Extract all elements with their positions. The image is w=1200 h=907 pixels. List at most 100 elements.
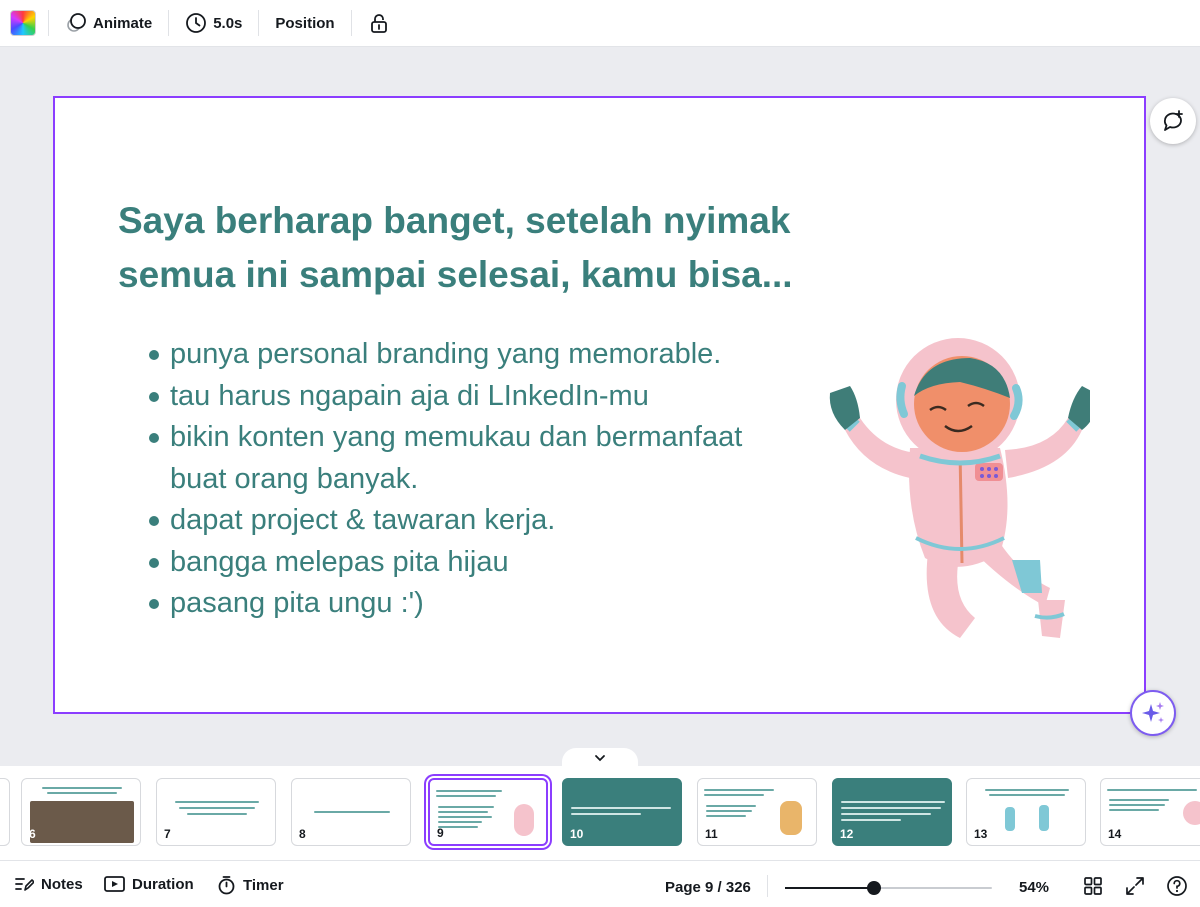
duration-toggle-button[interactable]: Duration [104,875,194,893]
page-thumbnail[interactable]: 8 [291,778,411,846]
page-thumbnail[interactable] [0,778,10,846]
notes-button[interactable]: Notes [14,875,83,893]
toolbar-divider [258,10,260,36]
bullet-item: dapat project & tawaran kerja. [148,500,788,542]
notes-label: Notes [41,875,83,893]
thumbnail-text-line [706,815,746,817]
thumbnail-text-line [704,794,764,796]
color-picker-button[interactable] [10,10,36,36]
thumbnail-text-line [841,819,901,821]
thumbnail-text-line [42,787,122,789]
page-thumbnail-current[interactable]: 9 [426,776,550,848]
thumbnail-text-line [179,807,255,809]
page-thumbnail[interactable]: 12 [832,778,952,846]
thumbnail-number: 13 [974,827,988,841]
page-thumbnail[interactable]: 7 [156,778,276,846]
thumbnail-text-line [1109,804,1165,806]
slide-title[interactable]: Saya berharap banget, setelah nyimak sem… [118,194,878,302]
thumbnail-text-line [989,794,1065,796]
thumbnail-number: 7 [164,827,171,841]
zoom-slider[interactable] [785,881,992,895]
thumbnail-text-line [438,811,488,813]
thumbnail-text-line [438,821,482,823]
grid-view-icon[interactable] [1083,876,1103,896]
thumbnail-number: 8 [299,827,306,841]
thumbnail-number: 9 [437,826,444,840]
position-label: Position [275,14,335,32]
thumbnail-text-line [1109,809,1159,811]
toolbar-divider [168,10,170,36]
astronaut-illustration[interactable] [810,338,1090,658]
thumbnail-text-line [436,795,496,797]
thumbnail-illustration [1005,807,1015,831]
fullscreen-icon[interactable] [1125,876,1145,896]
timer-button[interactable]: Timer [217,875,284,895]
thumbnail-text-line [438,806,494,808]
comment-add-icon [1163,110,1183,131]
position-button[interactable]: Position [271,11,338,36]
timer-label: Timer [243,876,284,894]
bullet-item: punya personal branding yang memorable. [148,334,788,376]
page-thumbnail[interactable]: 14 [1100,778,1200,846]
bullet-item: bangga melepas pita hijau [148,542,788,584]
add-comment-button[interactable] [1150,98,1196,144]
thumbnail-illustration [780,801,802,835]
thumbnail-illustration [1183,801,1200,825]
zoom-slider-handle[interactable] [867,881,881,895]
thumbnail-text-line [47,792,117,794]
duration-label: 5.0s [213,14,243,32]
notes-icon [15,878,34,891]
bullet-item: pasang pita ungu :') [148,583,788,625]
slide-bullet-list[interactable]: punya personal branding yang memorable. … [148,334,788,625]
thumbnail-text-line [706,805,756,807]
zoom-percentage[interactable]: 54% [1019,879,1049,896]
bottombar-divider [767,875,768,897]
thumbnail-text-line [438,816,492,818]
thumbnail-text-line [985,789,1069,791]
thumbnail-photo [30,801,134,843]
duration-button[interactable]: 5.0s [181,8,246,38]
thumbnail-text-line [704,789,774,791]
chevron-down-icon [595,755,605,762]
thumbnail-text-line [571,807,671,809]
stopwatch-icon [218,876,235,895]
zoom-slider-fill [785,887,874,889]
duration-toggle-label: Duration [132,875,194,893]
thumbnail-number: 6 [29,827,36,841]
bullet-item: tau harus ngapain aja di LInkedIn-mu [148,376,788,418]
bullet-item: bikin konten yang memukau dan bermanfaat… [148,417,788,500]
slide-canvas[interactable]: Saya berharap banget, setelah nyimak sem… [53,96,1146,714]
help-icon[interactable] [1166,875,1188,897]
unlock-icon [370,14,387,33]
animate-button[interactable]: Animate [61,8,156,38]
thumbnail-text-line [314,811,390,813]
bottom-toolbar: Notes Duration Timer Page 9 / 326 54% [0,860,1200,907]
page-filmstrip: 6 7 8 9 10 11 12 13 14 [0,766,1200,860]
toolbar-divider [48,10,49,36]
thumbnail-text-line [1107,789,1197,791]
thumbnail-text-line [841,801,945,803]
sparkle-icon [1142,702,1164,723]
thumbnail-text-line [1109,799,1169,801]
magic-assistant-button[interactable] [1130,690,1176,736]
page-thumbnail[interactable]: 6 [21,778,141,846]
play-box-icon [104,876,125,892]
lock-button[interactable] [364,8,394,38]
thumbnail-number: 12 [840,827,854,841]
thumbnail-illustration [1039,805,1049,831]
thumbnail-number: 11 [705,827,718,841]
clock-icon [186,13,207,33]
page-thumbnail[interactable]: 10 [562,778,682,846]
filmstrip-collapse-button[interactable] [562,748,638,768]
thumbnail-text-line [436,790,502,792]
thumbnail-text-line [438,826,478,828]
page-indicator[interactable]: Page 9 / 326 [665,879,751,896]
thumbnail-text-line [706,810,752,812]
page-thumbnail[interactable]: 11 [697,778,817,846]
thumbnail-text-line [175,801,259,803]
thumbnail-number: 14 [1108,827,1122,841]
page-thumbnail[interactable]: 13 [966,778,1086,846]
animate-label: Animate [93,14,153,32]
top-toolbar: Animate 5.0s Position [0,0,1200,47]
thumbnail-text-line [571,813,641,815]
